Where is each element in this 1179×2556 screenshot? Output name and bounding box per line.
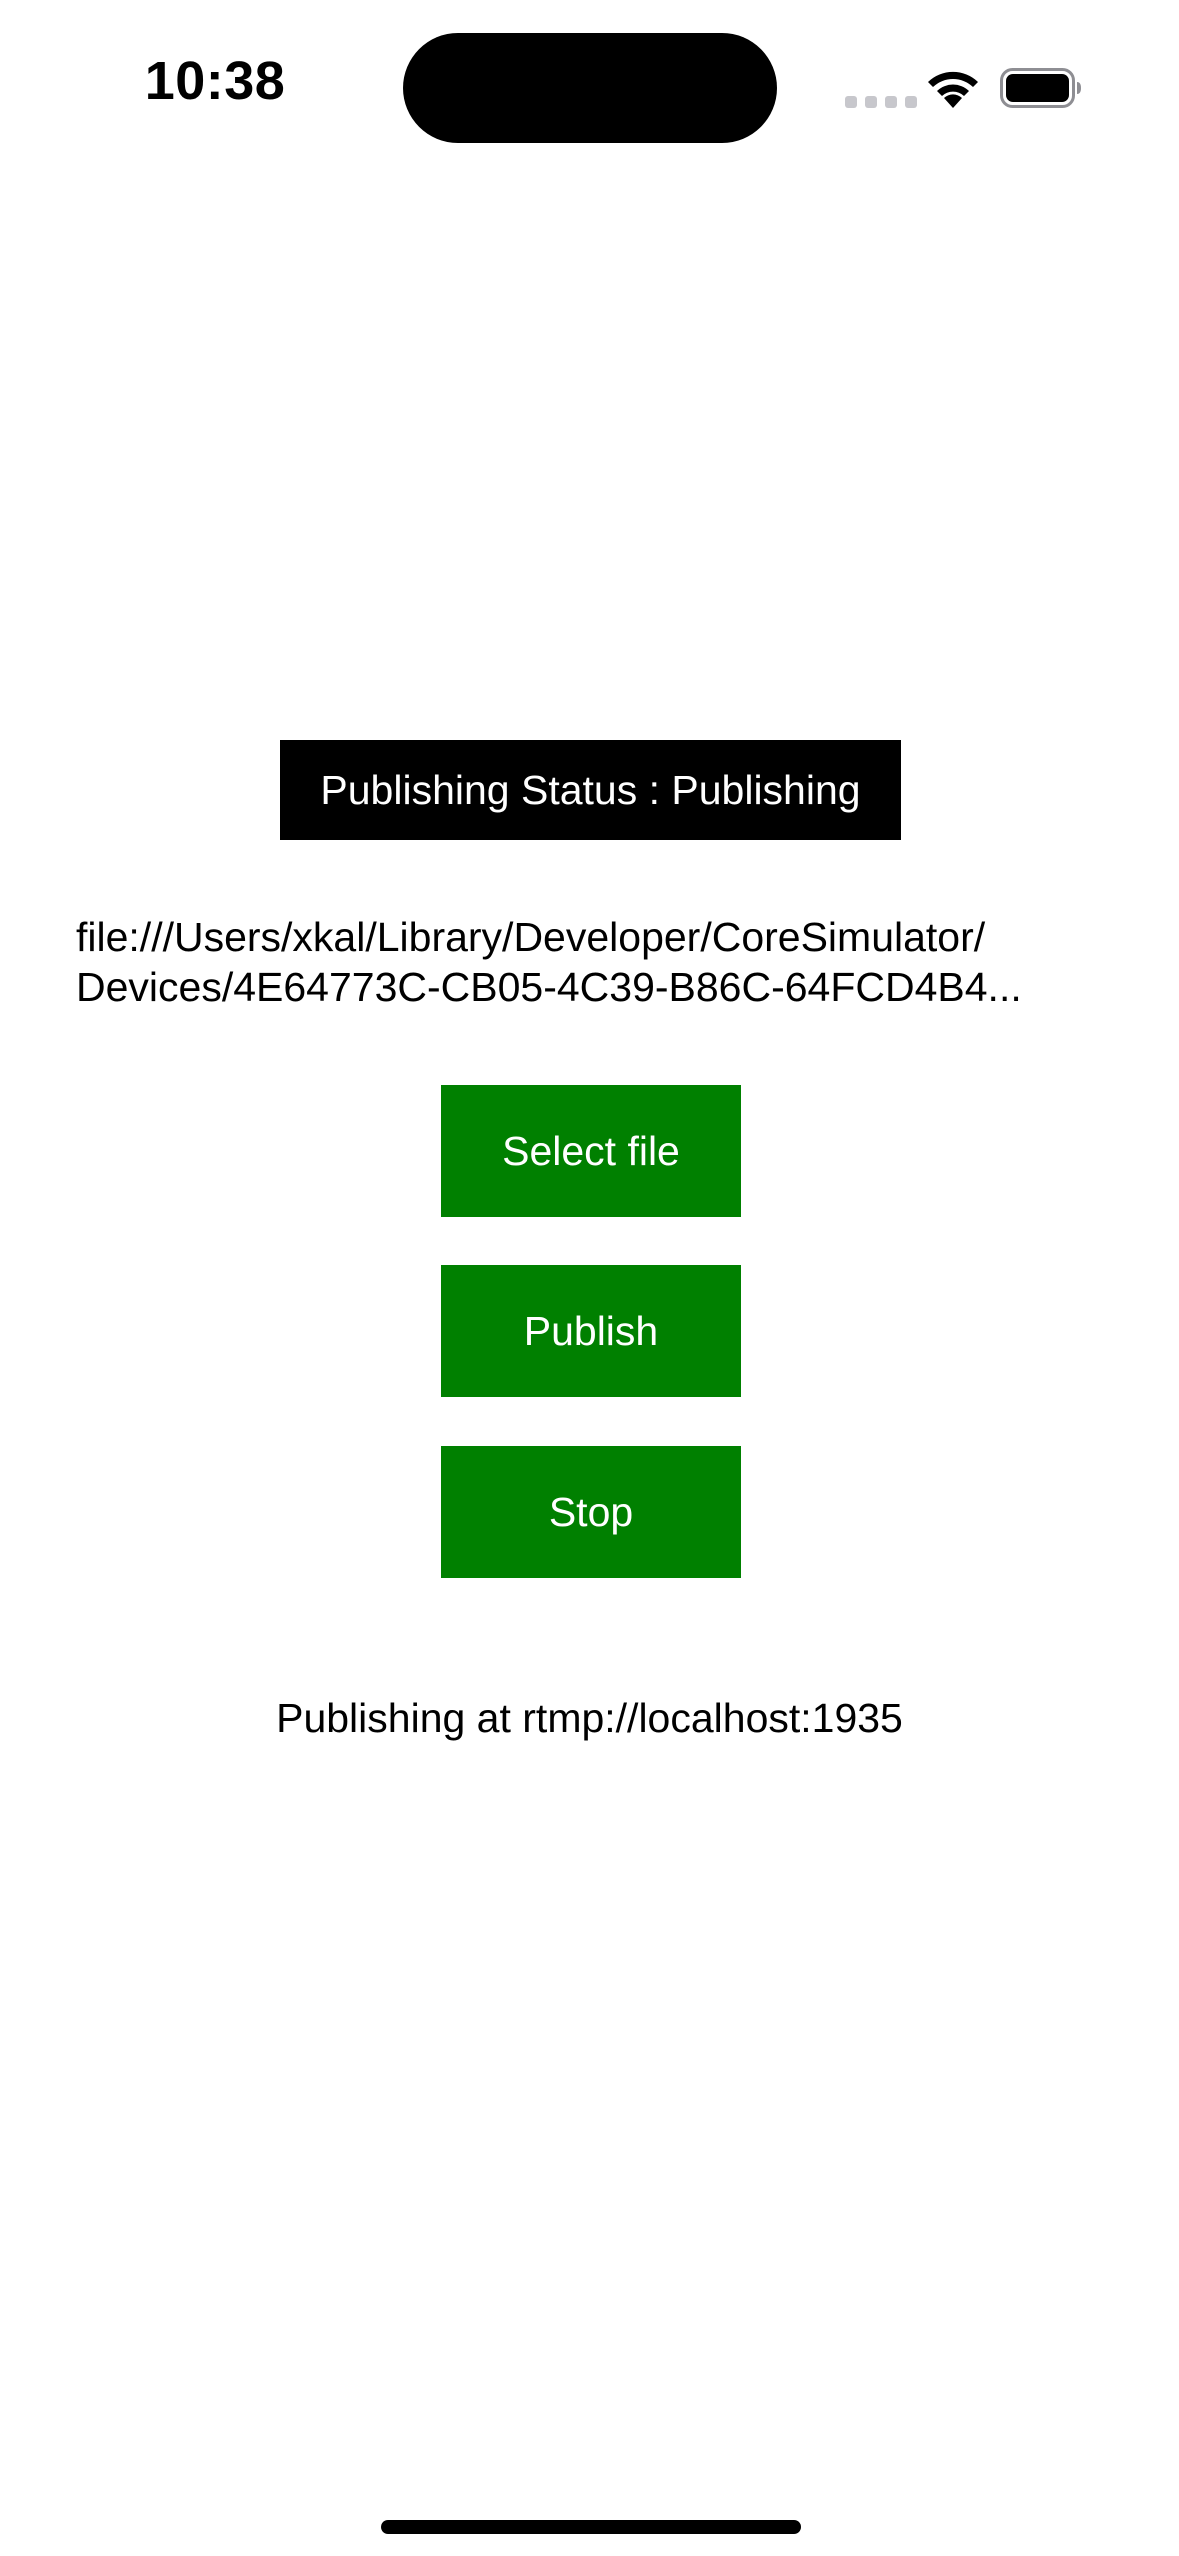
cellular-signal-icon	[845, 96, 917, 108]
file-path-line-2: Devices/4E64773C-CB05-4C39-B86C-64FCD4B4…	[76, 964, 1022, 1010]
status-time: 10:38	[144, 51, 286, 111]
dynamic-island	[403, 33, 777, 143]
status-bar: 10:38	[0, 0, 1179, 180]
publish-button[interactable]: Publish	[441, 1265, 741, 1397]
publishing-status-label: Publishing Status : Publishing	[280, 740, 901, 840]
wifi-icon	[928, 71, 978, 108]
battery-icon	[1000, 68, 1081, 108]
stop-button[interactable]: Stop	[441, 1446, 741, 1578]
file-path-line-1: file:///Users/xkal/Library/Developer/Cor…	[76, 914, 986, 960]
select-file-button[interactable]: Select file	[441, 1085, 741, 1217]
selected-file-path: file:///Users/xkal/Library/Developer/Cor…	[76, 912, 1116, 1012]
publishing-url-label: Publishing at rtmp://localhost:1935	[276, 1695, 903, 1741]
home-indicator[interactable]	[381, 2520, 801, 2534]
